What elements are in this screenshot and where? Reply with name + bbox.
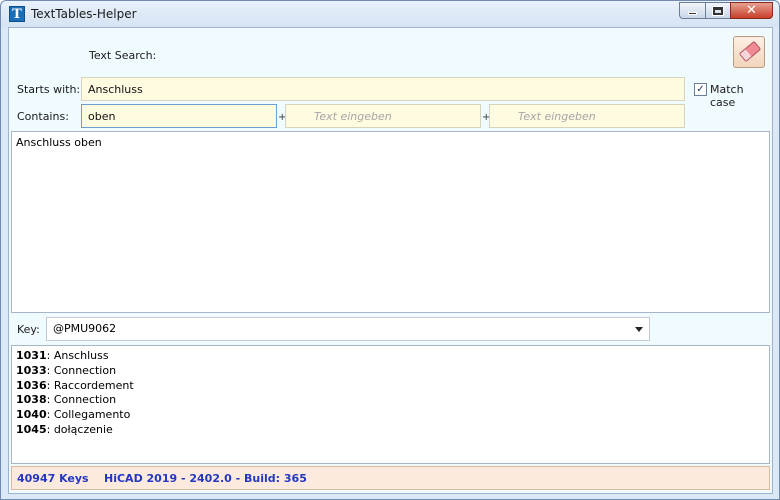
- translation-row: 1031: Anschluss: [16, 349, 109, 362]
- starts-with-label: Starts with:: [17, 83, 81, 96]
- window-controls: ✕: [679, 2, 773, 20]
- translation-text: Collegamento: [53, 408, 131, 422]
- translation-row: 1038: Connection: [16, 393, 117, 407]
- translation-text: Anschluss: [53, 349, 109, 362]
- match-case-checkbox[interactable]: ✓: [694, 83, 707, 96]
- close-button[interactable]: ✕: [730, 2, 773, 19]
- translation-row: 1036: Raccordement: [16, 378, 134, 392]
- minimize-icon: [688, 12, 697, 15]
- clear-search-button[interactable]: [733, 36, 765, 68]
- translation-code: 1038: [16, 393, 47, 407]
- translation-row: 1033: Connection: [16, 363, 117, 377]
- contains-extra-input-2[interactable]: Text eingeben: [489, 104, 685, 128]
- translation-text: Connection: [53, 363, 117, 377]
- chevron-down-icon[interactable]: [635, 327, 643, 332]
- starts-with-input[interactable]: Anschluss: [81, 77, 685, 101]
- translation-row: 1045: dołączenie: [16, 422, 113, 436]
- title-bar[interactable]: T TextTables-Helper ✕: [1, 1, 779, 27]
- result-item[interactable]: Anschluss oben: [16, 136, 765, 149]
- main-panel: Text Search: Starts with: Anschluss ✓ Ma…: [8, 27, 773, 494]
- translation-text: Raccordement: [53, 378, 134, 392]
- translation-text: Connection: [53, 393, 117, 407]
- build-info: HiCAD 2019 - 2402.0 - Build: 365: [104, 472, 307, 485]
- results-list[interactable]: Anschluss oben: [11, 131, 770, 313]
- close-icon: ✕: [746, 3, 757, 18]
- maximize-icon: [712, 5, 724, 16]
- keys-count: 40947 Keys: [17, 472, 89, 485]
- key-selected-value: @PMU9062: [53, 322, 117, 335]
- translation-code: 1033: [16, 363, 47, 377]
- key-label: Key:: [17, 323, 40, 336]
- translation-code: 1040: [16, 408, 47, 422]
- minimize-button[interactable]: [679, 2, 705, 19]
- translation-row: 1040: Collegamento: [16, 408, 131, 422]
- translation-text: dołączenie: [53, 422, 113, 436]
- app-window: T TextTables-Helper ✕ Text Search: Start…: [0, 0, 780, 500]
- translation-code: 1036: [16, 378, 47, 392]
- checkmark-icon: ✓: [696, 84, 705, 95]
- translation-code: 1045: [16, 422, 47, 436]
- contains-input[interactable]: oben: [81, 104, 277, 128]
- eraser-icon: [738, 40, 762, 63]
- text-search-label: Text Search:: [89, 49, 157, 62]
- contains-extra-input-1[interactable]: Text eingeben: [285, 104, 481, 128]
- translation-code: 1031: [16, 349, 47, 362]
- app-icon: T: [9, 6, 25, 22]
- window-title: TextTables-Helper: [31, 7, 137, 21]
- match-case-label: Match case: [710, 83, 744, 109]
- translations-list[interactable]: 1031: Anschluss 1033: Connection 1036: R…: [11, 345, 770, 464]
- status-bar: 40947 Keys HiCAD 2019 - 2402.0 - Build: …: [11, 466, 770, 490]
- maximize-button[interactable]: [705, 2, 730, 19]
- key-dropdown[interactable]: @PMU9062: [46, 317, 650, 341]
- contains-label: Contains:: [17, 110, 69, 123]
